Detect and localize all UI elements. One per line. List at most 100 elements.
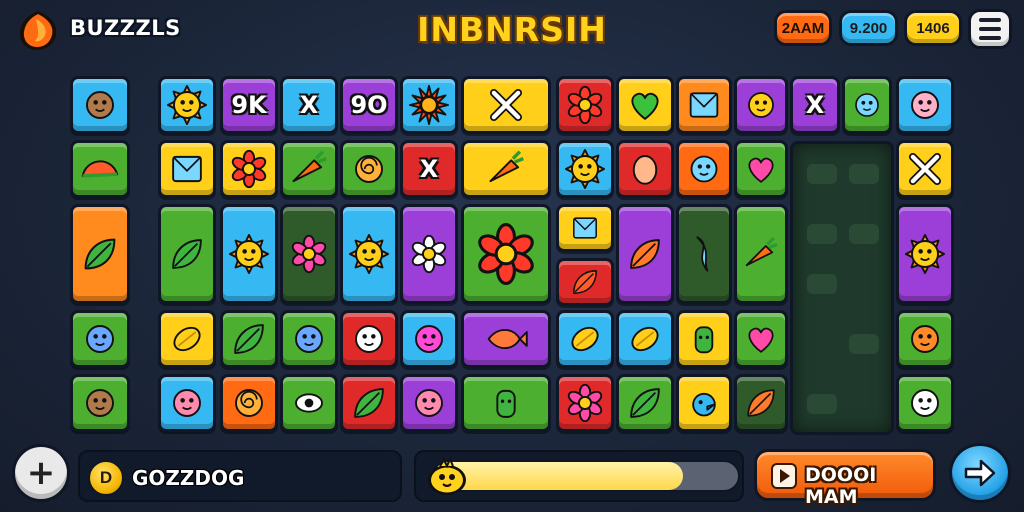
crossed-swords-icon bbox=[908, 152, 942, 186]
tile-flower-red[interactable] bbox=[556, 76, 614, 134]
tile-fern[interactable] bbox=[158, 204, 216, 304]
tile-heart-pink[interactable] bbox=[734, 310, 788, 368]
add-button[interactable]: + bbox=[12, 444, 70, 502]
tile-fish[interactable] bbox=[461, 310, 551, 368]
tile-envelope[interactable] bbox=[158, 140, 216, 198]
tile-cactus[interactable] bbox=[461, 374, 551, 432]
mirror-icon bbox=[689, 92, 719, 118]
fish-face-icon bbox=[173, 389, 201, 417]
tile-bulb-face[interactable] bbox=[734, 76, 788, 134]
tile-tulip[interactable] bbox=[280, 204, 338, 304]
tile-ghost-face[interactable] bbox=[896, 374, 954, 432]
tile-cat-face[interactable] bbox=[70, 310, 130, 368]
tile-x-glyph[interactable]: X bbox=[400, 140, 458, 198]
yellow-chick-icon bbox=[428, 456, 466, 495]
tile-melon-slice[interactable] bbox=[70, 140, 130, 198]
tile-ghost-face[interactable] bbox=[340, 310, 398, 368]
tile-mirror[interactable] bbox=[676, 76, 732, 134]
tile-cat-face[interactable] bbox=[280, 310, 338, 368]
tile-banana[interactable] bbox=[158, 310, 216, 368]
sunflower-icon bbox=[478, 223, 534, 285]
tile-sun-face[interactable] bbox=[896, 204, 954, 304]
tile-fish-face[interactable] bbox=[400, 374, 458, 432]
tile-lemon[interactable] bbox=[616, 310, 674, 368]
tile-drop-face[interactable] bbox=[842, 76, 892, 134]
stat-badge-score[interactable]: 9.200 bbox=[839, 10, 898, 46]
tile-spiral[interactable] bbox=[340, 140, 398, 198]
tile-feather[interactable] bbox=[616, 204, 674, 304]
tile-bird[interactable] bbox=[676, 374, 732, 432]
plus-icon: + bbox=[26, 453, 56, 493]
tile-sunflower[interactable] bbox=[461, 204, 551, 304]
tile-pig-face[interactable] bbox=[896, 76, 954, 134]
tile-blob-face[interactable] bbox=[400, 310, 458, 368]
tile-carrot[interactable] bbox=[734, 204, 788, 304]
tile-daisy[interactable] bbox=[400, 204, 458, 304]
tile-knife[interactable] bbox=[461, 76, 551, 134]
tile-seashell[interactable] bbox=[220, 374, 278, 432]
stat-badge-coins[interactable]: 1406 bbox=[904, 10, 962, 46]
tile-leaf[interactable] bbox=[616, 374, 674, 432]
cactus-icon bbox=[496, 389, 516, 418]
cat-face-icon bbox=[86, 325, 114, 353]
tile-sunburst[interactable] bbox=[400, 76, 458, 134]
tile-x-glyph[interactable]: X bbox=[790, 76, 840, 134]
heart-pink-icon bbox=[748, 157, 774, 183]
tile-owl-face[interactable] bbox=[70, 76, 130, 134]
tile-sun-face[interactable] bbox=[340, 204, 398, 304]
stat-badge-time[interactable]: 2AAM bbox=[774, 10, 832, 46]
tile-seed[interactable] bbox=[556, 310, 614, 368]
knife-icon bbox=[489, 88, 523, 122]
wave-icon bbox=[696, 236, 709, 272]
daisy-icon bbox=[411, 234, 447, 274]
tile-leaf[interactable] bbox=[220, 310, 278, 368]
tile-feather[interactable] bbox=[734, 374, 788, 432]
ghost-face-icon bbox=[355, 325, 383, 353]
feather-icon bbox=[747, 389, 775, 417]
flower-red-icon bbox=[567, 85, 603, 125]
tile-sun-face[interactable] bbox=[158, 76, 216, 134]
tile-sun-face[interactable] bbox=[220, 204, 278, 304]
tile-crossed-swords[interactable] bbox=[896, 140, 954, 198]
tile-leaf-red[interactable] bbox=[556, 258, 614, 306]
tile-sun-face[interactable] bbox=[556, 140, 614, 198]
fish-icon bbox=[487, 328, 528, 350]
tile-qo-glyph[interactable]: 9O bbox=[340, 76, 398, 134]
tile-heart-green[interactable] bbox=[616, 76, 674, 134]
tile-eye[interactable] bbox=[280, 374, 338, 432]
tile-leaf-pair[interactable] bbox=[70, 204, 130, 304]
next-button[interactable] bbox=[949, 443, 1011, 503]
tile-leaf[interactable] bbox=[340, 374, 398, 432]
tile-egg[interactable] bbox=[616, 140, 674, 198]
tile-pumpkin-face[interactable] bbox=[896, 310, 954, 368]
tile-carrot[interactable] bbox=[461, 140, 551, 198]
tile-owl-face[interactable] bbox=[70, 374, 130, 432]
tile-chili[interactable] bbox=[280, 140, 338, 198]
seashell-icon bbox=[235, 389, 263, 417]
owl-face-icon bbox=[86, 389, 114, 417]
tile-wave[interactable] bbox=[676, 204, 732, 304]
tile-heart-pink[interactable] bbox=[734, 140, 788, 198]
tile-glyph: X bbox=[419, 155, 439, 183]
tile-ice-cube[interactable] bbox=[556, 204, 614, 252]
sun-face-icon bbox=[348, 233, 390, 275]
tile-flower-red[interactable] bbox=[220, 140, 278, 198]
tile-flower-pink[interactable] bbox=[556, 374, 614, 432]
leaf-icon bbox=[354, 388, 384, 418]
tile-glyph: X bbox=[299, 91, 319, 119]
cat-face-icon bbox=[295, 325, 323, 353]
action-button[interactable]: DOOOI MAM bbox=[754, 449, 936, 508]
menu-button[interactable] bbox=[968, 9, 1012, 49]
tile-virus[interactable] bbox=[676, 310, 732, 368]
tile-bunny-face[interactable] bbox=[676, 140, 732, 198]
tile-glyph: X bbox=[805, 91, 825, 119]
tile-ok-glyph[interactable]: 9K bbox=[220, 76, 278, 134]
virus-icon bbox=[694, 326, 714, 354]
heart-green-icon bbox=[631, 92, 659, 120]
carrot-icon bbox=[745, 236, 778, 267]
flower-pink-icon bbox=[567, 383, 603, 423]
tile-x-glyph[interactable]: X bbox=[280, 76, 338, 134]
leaf-pair-icon bbox=[84, 238, 116, 270]
tile-fish-face[interactable] bbox=[158, 374, 216, 432]
sun-face-icon bbox=[564, 148, 606, 190]
